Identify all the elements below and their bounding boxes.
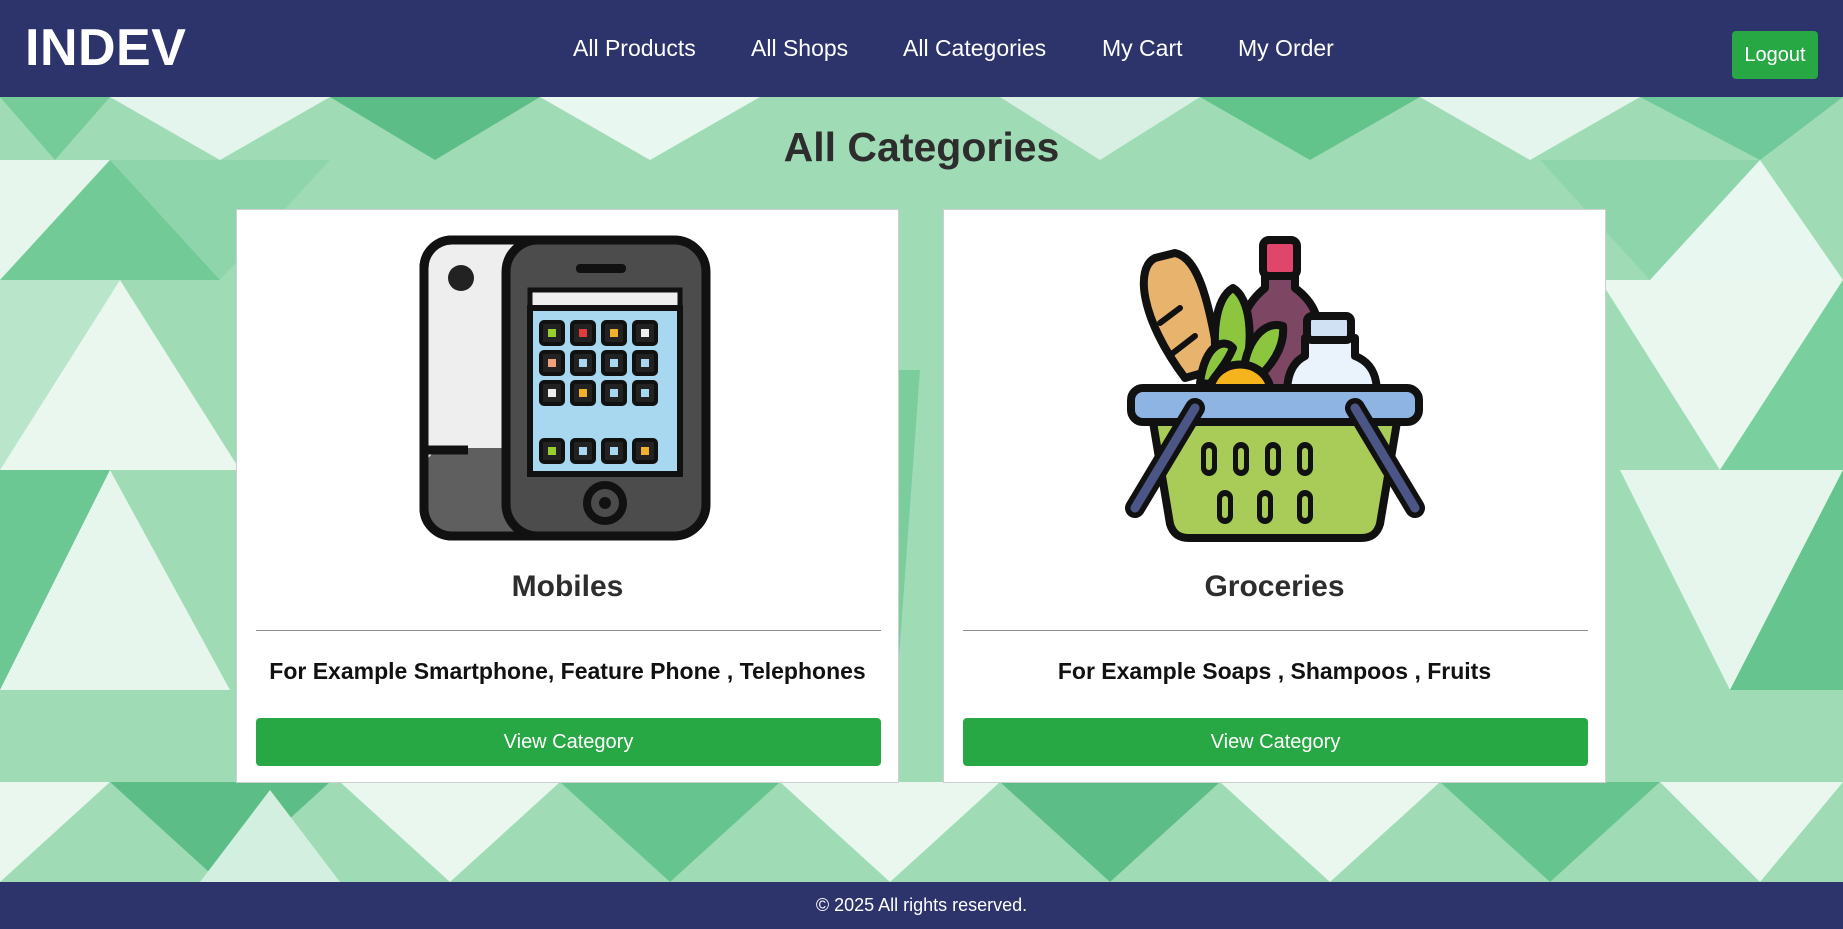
main-nav: All Products All Shops All Categories My… [0,0,1843,97]
copyright-text: © 2025 All rights reserved. [815,895,1028,915]
category-description: For Example Soaps , Shampoos , Fruits [1057,658,1492,684]
logout-button[interactable]: Logout [1732,31,1818,79]
nav-my-order[interactable]: My Order [1238,35,1334,61]
nav-my-cart[interactable]: My Cart [1102,35,1183,61]
category-name: Groceries [1204,570,1345,603]
view-category-button[interactable]: View Category [256,718,881,766]
page-title: All Categories [783,124,1060,170]
nav-all-categories[interactable]: All Categories [903,35,1046,61]
page-footer: © 2025 All rights reserved. [0,882,1843,929]
top-navbar: INDEV All Products All Shops All Categor… [0,0,1843,97]
category-card-mobiles: Mobiles For Example Smartphone, Feature … [236,209,899,783]
category-description: For Example Smartphone, Feature Phone , … [269,658,866,684]
grocery-basket-icon [1125,236,1425,542]
phones-icon [419,235,711,541]
view-category-button[interactable]: View Category [963,718,1588,766]
category-name: Mobiles [511,570,624,603]
category-card-groceries: Groceries For Example Soaps , Shampoos ,… [943,209,1606,783]
card-divider [256,630,881,631]
nav-all-shops[interactable]: All Shops [751,35,848,61]
nav-all-products[interactable]: All Products [573,35,696,61]
card-divider [963,630,1588,631]
